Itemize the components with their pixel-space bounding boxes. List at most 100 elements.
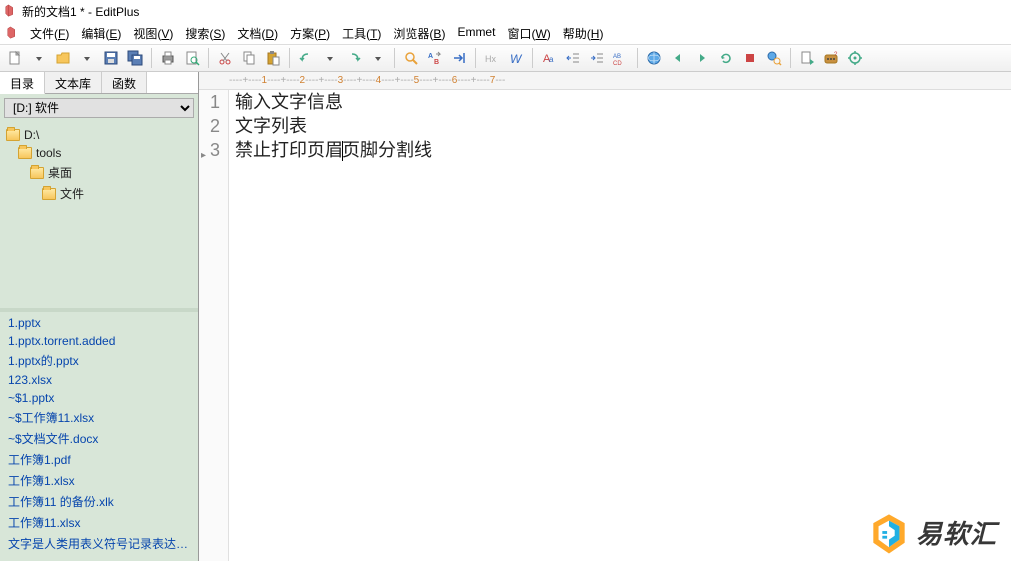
save-button[interactable]	[100, 47, 122, 69]
replace-button[interactable]: AB	[424, 47, 446, 69]
cut-button[interactable]	[214, 47, 236, 69]
folder-item[interactable]: D:\	[0, 126, 198, 144]
title-bar: 新的文档1 * - EditPlus	[0, 0, 1011, 22]
refresh-button[interactable]	[715, 47, 737, 69]
menu-7[interactable]: 浏览器(B)	[387, 23, 451, 44]
stop-button[interactable]	[739, 47, 761, 69]
file-item[interactable]: 工作簿1.xlsx	[0, 470, 198, 491]
line-number: 1	[199, 90, 220, 114]
file-item[interactable]: 工作簿11 的备份.xlk	[0, 491, 198, 512]
browser-home-button[interactable]	[643, 47, 665, 69]
file-item[interactable]: 1.pptx.torrent.added	[0, 332, 198, 350]
menu-0[interactable]: 文件(F)	[24, 23, 75, 44]
code-line[interactable]: 文字列表	[235, 114, 1011, 138]
paste-button[interactable]	[262, 47, 284, 69]
ruler: ----+----1----+----2----+----3----+----4…	[199, 72, 1011, 90]
new-file-button[interactable]	[4, 47, 26, 69]
app-icon	[4, 4, 18, 18]
menu-1[interactable]: 编辑(E)	[75, 23, 127, 44]
browser-back-button[interactable]	[667, 47, 689, 69]
outdent-button[interactable]	[562, 47, 584, 69]
undo-dropdown[interactable]	[319, 47, 341, 69]
open-dropdown[interactable]	[76, 47, 98, 69]
menu-6[interactable]: 工具(T)	[336, 23, 387, 44]
code-content[interactable]: 输入文字信息文字列表禁止打印页眉页脚分割线	[229, 90, 1011, 561]
file-item[interactable]: 文字是人类用表义符号记录表达信!	[0, 533, 198, 554]
editor-area: ----+----1----+----2----+----3----+----4…	[199, 72, 1011, 561]
watermark-text: 易软汇	[916, 514, 997, 551]
save-all-button[interactable]	[124, 47, 146, 69]
line-gutter: 123	[199, 90, 229, 561]
svg-text:CD: CD	[613, 61, 622, 66]
folder-label: tools	[36, 146, 61, 160]
wordwrap-button[interactable]: W	[505, 47, 527, 69]
code-line[interactable]: 输入文字信息	[235, 90, 1011, 114]
file-item[interactable]: 1.pptx	[0, 314, 198, 332]
file-item[interactable]: 工作簿11.xlsx	[0, 512, 198, 533]
drive-selector[interactable]: [D:] 软件	[4, 98, 194, 118]
settings-button[interactable]	[844, 47, 866, 69]
folder-icon	[6, 129, 20, 141]
svg-text:A: A	[428, 53, 433, 60]
line-number: 2	[199, 114, 220, 138]
menu-3[interactable]: 搜索(S)	[179, 23, 231, 44]
watermark: 易软汇	[870, 513, 997, 551]
file-item[interactable]: 123.xlsx	[0, 371, 198, 389]
folder-icon	[30, 167, 44, 179]
sidebar-tab-directory[interactable]: 目录	[0, 72, 45, 94]
code-line[interactable]: 禁止打印页眉页脚分割线	[235, 138, 1011, 162]
svg-text:Hx: Hx	[485, 54, 496, 64]
folder-item[interactable]: 桌面	[0, 162, 198, 183]
menu-5[interactable]: 方案(P)	[284, 23, 336, 44]
svg-text:AB: AB	[613, 54, 621, 60]
macro-button[interactable]: ?	[820, 47, 842, 69]
menu-2[interactable]: 视图(V)	[127, 23, 179, 44]
menu-bar: 文件(F)编辑(E)视图(V)搜索(S)文档(D)方案(P)工具(T)浏览器(B…	[0, 22, 1011, 44]
preview-button[interactable]	[181, 47, 203, 69]
sidebar: 目录 文本库 函数 [D:] 软件 D:\tools桌面文件 1.pptx1.p…	[0, 72, 199, 561]
app-menu-icon[interactable]	[6, 26, 20, 40]
hex-button[interactable]: Hx	[481, 47, 503, 69]
window-title: 新的文档1 * - EditPlus	[22, 3, 139, 20]
toolbar: AB Hx W Aa ABCD ?	[0, 44, 1011, 72]
redo-dropdown[interactable]	[367, 47, 389, 69]
file-item[interactable]: 工作簿1.pdf	[0, 449, 198, 470]
folder-label: D:\	[24, 128, 39, 142]
folder-label: 文件	[60, 185, 84, 202]
run-button[interactable]	[796, 47, 818, 69]
goto-button[interactable]	[448, 47, 470, 69]
menu-4[interactable]: 文档(D)	[231, 23, 284, 44]
new-file-dropdown[interactable]	[28, 47, 50, 69]
menu-10[interactable]: 帮助(H)	[557, 23, 610, 44]
file-item[interactable]: ~$工作簿11.xlsx	[0, 407, 198, 428]
sidebar-tab-functions[interactable]: 函数	[102, 72, 147, 93]
file-item[interactable]: 1.pptx的.pptx	[0, 350, 198, 371]
browser-fwd-button[interactable]	[691, 47, 713, 69]
redo-button[interactable]	[343, 47, 365, 69]
file-item[interactable]: ~$1.pptx	[0, 389, 198, 407]
file-item[interactable]: ~$文档文件.docx	[0, 428, 198, 449]
menu-9[interactable]: 窗口(W)	[501, 23, 556, 44]
font-button[interactable]: Aa	[538, 47, 560, 69]
folder-item[interactable]: 文件	[0, 183, 198, 204]
open-file-button[interactable]	[52, 47, 74, 69]
folder-tree[interactable]: D:\ tools 桌面文件	[0, 122, 198, 312]
undo-button[interactable]	[295, 47, 317, 69]
copy-button[interactable]	[238, 47, 260, 69]
print-button[interactable]	[157, 47, 179, 69]
preview-browser-button[interactable]	[763, 47, 785, 69]
menu-8[interactable]: Emmet	[451, 23, 501, 44]
find-button[interactable]	[400, 47, 422, 69]
folder-icon	[18, 147, 32, 159]
editor[interactable]: 123 输入文字信息文字列表禁止打印页眉页脚分割线	[199, 90, 1011, 561]
folder-item[interactable]: tools	[0, 144, 198, 162]
file-list[interactable]: 1.pptx1.pptx.torrent.added1.pptx的.pptx12…	[0, 312, 198, 561]
folder-label: 桌面	[48, 164, 72, 181]
spellcheck-button[interactable]: ABCD	[610, 47, 632, 69]
sidebar-tabs: 目录 文本库 函数	[0, 72, 198, 94]
line-number: 3	[199, 138, 220, 162]
drive-select-input[interactable]: [D:] 软件	[4, 98, 194, 118]
svg-text:a: a	[549, 55, 554, 64]
indent-button[interactable]	[586, 47, 608, 69]
sidebar-tab-cliptext[interactable]: 文本库	[45, 72, 102, 93]
